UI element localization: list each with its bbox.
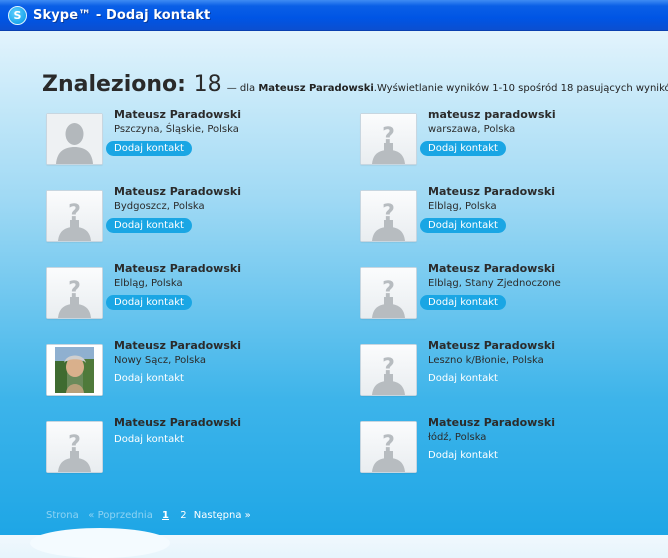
add-contact-button[interactable]: Dodaj kontakt [114, 434, 184, 445]
svg-text:?: ? [68, 432, 81, 457]
svg-text:?: ? [68, 201, 81, 226]
contact-location: Elbląg, Polska [428, 201, 497, 212]
contact-name: Mateusz Paradowski [428, 262, 555, 275]
avatar-silhouette-icon [46, 113, 103, 165]
svg-text:?: ? [382, 432, 395, 457]
svg-text:?: ? [382, 355, 395, 380]
results-header: Znaleziono: 18 — dla Mateusz Paradowski.… [42, 72, 668, 97]
contact-name: Mateusz Paradowski [114, 339, 241, 352]
contact-location: łódź, Polska [428, 432, 487, 443]
result-card: ? Mateusz Paradowski Elbląg, Polska Dodaj … [360, 185, 660, 246]
add-contact-button[interactable]: Dodaj kontakt [420, 141, 506, 156]
summary-text: .Wyświetlanie wyników 1-10 spośród 18 pa… [373, 83, 668, 94]
window-title: Skype™ - Dodaj kontakt [33, 7, 211, 23]
result-card: ? Mateusz Paradowski Elbląg, Stany Zjedno… [360, 262, 660, 323]
title-bar: S Skype™ - Dodaj kontakt [0, 0, 668, 31]
next-page-link[interactable]: Następna » [194, 510, 251, 521]
result-card: ? Mateusz Paradowski Elbląg, Polska Dodaj … [46, 262, 346, 323]
contact-location: Leszno k/Błonie, Polska [428, 355, 544, 366]
contact-location: Nowy Sącz, Polska [114, 355, 206, 366]
contact-name: mateusz paradowski [428, 108, 556, 121]
svg-text:?: ? [382, 278, 395, 303]
contact-name: Mateusz Paradowski [114, 262, 241, 275]
contact-location: warszawa, Polska [428, 124, 516, 135]
page-link-1[interactable]: 1 [162, 510, 169, 521]
add-contact-button[interactable]: Dodaj kontakt [420, 218, 506, 233]
add-contact-button[interactable]: Dodaj kontakt [428, 450, 498, 461]
avatar-unknown-icon: ? [360, 113, 417, 165]
result-card: Mateusz Paradowski Pszczyna, Śląskie, Pol… [46, 108, 346, 169]
avatar-unknown-icon: ? [46, 190, 103, 242]
found-label: Znaleziono: [42, 72, 186, 97]
page-label: Strona [46, 510, 79, 521]
svg-text:?: ? [382, 201, 395, 226]
search-query: Mateusz Paradowski [258, 83, 374, 94]
contact-location: Elbląg, Stany Zjednoczone [428, 278, 561, 289]
page-link-2[interactable]: 2 [180, 510, 186, 521]
avatar-unknown-icon: ? [360, 190, 417, 242]
for-prefix: — dla [226, 83, 256, 94]
result-card: ? Mateusz Paradowski Leszno k/Błonie, Pol… [360, 339, 660, 400]
avatar-unknown-icon: ? [360, 344, 417, 396]
skype-logo-icon: S [8, 5, 27, 25]
contact-name: Mateusz Paradowski [114, 185, 241, 198]
avatar-unknown-icon: ? [46, 267, 103, 319]
avatar-unknown-icon: ? [46, 421, 103, 473]
contact-location: Elbląg, Polska [114, 278, 183, 289]
add-contact-button[interactable]: Dodaj kontakt [420, 295, 506, 310]
found-count-heading: Znaleziono: 18 [42, 72, 222, 97]
result-card: ? Mateusz Paradowski Dodaj kontakt [46, 416, 346, 477]
contact-name: Mateusz Paradowski [114, 108, 241, 121]
add-contact-button[interactable]: Dodaj kontakt [428, 373, 498, 384]
add-contact-button[interactable]: Dodaj kontakt [106, 218, 192, 233]
avatar-unknown-icon: ? [360, 267, 417, 319]
contact-location: Pszczyna, Śląskie, Polska [114, 124, 239, 135]
svg-text:?: ? [382, 124, 395, 149]
contact-name: Mateusz Paradowski [428, 185, 555, 198]
contact-name: Mateusz Paradowski [114, 416, 241, 429]
results-summary: — dla Mateusz Paradowski.Wyświetlanie wy… [227, 83, 668, 94]
decorative-corner [30, 528, 170, 558]
add-contact-button[interactable]: Dodaj kontakt [106, 295, 192, 310]
result-card: ? Mateusz Paradowski Bydgoszcz, Polska Dod… [46, 185, 346, 246]
contact-name: Mateusz Paradowski [428, 339, 555, 352]
prev-page-link[interactable]: « Poprzednia [88, 510, 153, 521]
avatar-photo [46, 344, 103, 396]
result-card: ? Mateusz Paradowski łódź, Polska Dodaj ko… [360, 416, 660, 477]
result-card: ? mateusz paradowski warszawa, Polska Doda… [360, 108, 660, 169]
contact-name: Mateusz Paradowski [428, 416, 555, 429]
add-contact-button[interactable]: Dodaj kontakt [106, 141, 192, 156]
found-count: 18 [193, 72, 222, 97]
pagination: Strona « Poprzednia 1 2 Następna » [46, 510, 251, 521]
result-card: Mateusz Paradowski Nowy Sącz, Polska Dodaj… [46, 339, 346, 400]
svg-text:?: ? [68, 278, 81, 303]
avatar-unknown-icon: ? [360, 421, 417, 473]
add-contact-button[interactable]: Dodaj kontakt [114, 373, 184, 384]
contact-location: Bydgoszcz, Polska [114, 201, 205, 212]
